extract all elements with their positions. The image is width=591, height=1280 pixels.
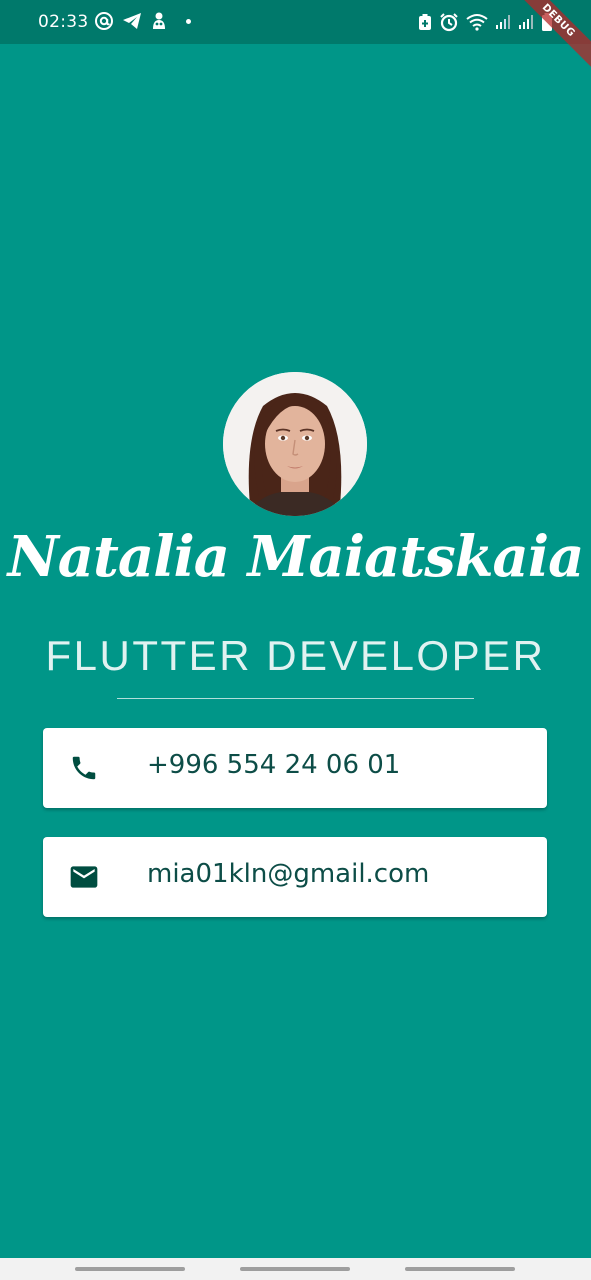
- divider: [117, 698, 474, 699]
- mail-icon: [68, 861, 100, 893]
- dot-icon: [186, 18, 191, 24]
- signal-icon-2: [518, 14, 534, 30]
- avatar: [223, 372, 367, 516]
- status-time: 02:33: [38, 12, 89, 32]
- telegram-icon: [122, 12, 142, 30]
- system-navigation-bar: [0, 1258, 591, 1280]
- status-bar: 02:33: [0, 0, 591, 44]
- email-address: mia01kln@gmail.com: [147, 859, 430, 889]
- wifi-icon: [466, 13, 488, 31]
- profile-name: Natalia Maiatskaia: [7, 524, 585, 590]
- battery-saver-icon: [418, 13, 432, 31]
- phone-icon: [68, 752, 100, 784]
- email-card[interactable]: mia01kln@gmail.com: [43, 837, 547, 917]
- app-notification-icon: [150, 11, 168, 31]
- profile-title: FLUTTER DEVELOPER: [45, 632, 546, 679]
- status-left-icons: [94, 11, 191, 31]
- phone-card[interactable]: +996 554 24 06 01: [43, 728, 547, 808]
- status-right-icons: [418, 12, 553, 32]
- phone-number: +996 554 24 06 01: [147, 750, 401, 780]
- nav-pill-right[interactable]: [405, 1267, 515, 1271]
- nav-pill-left[interactable]: [75, 1267, 185, 1271]
- alarm-icon: [439, 12, 459, 32]
- nav-pill-center[interactable]: [240, 1267, 350, 1271]
- at-sign-icon: [94, 11, 114, 31]
- signal-icon: [495, 14, 511, 30]
